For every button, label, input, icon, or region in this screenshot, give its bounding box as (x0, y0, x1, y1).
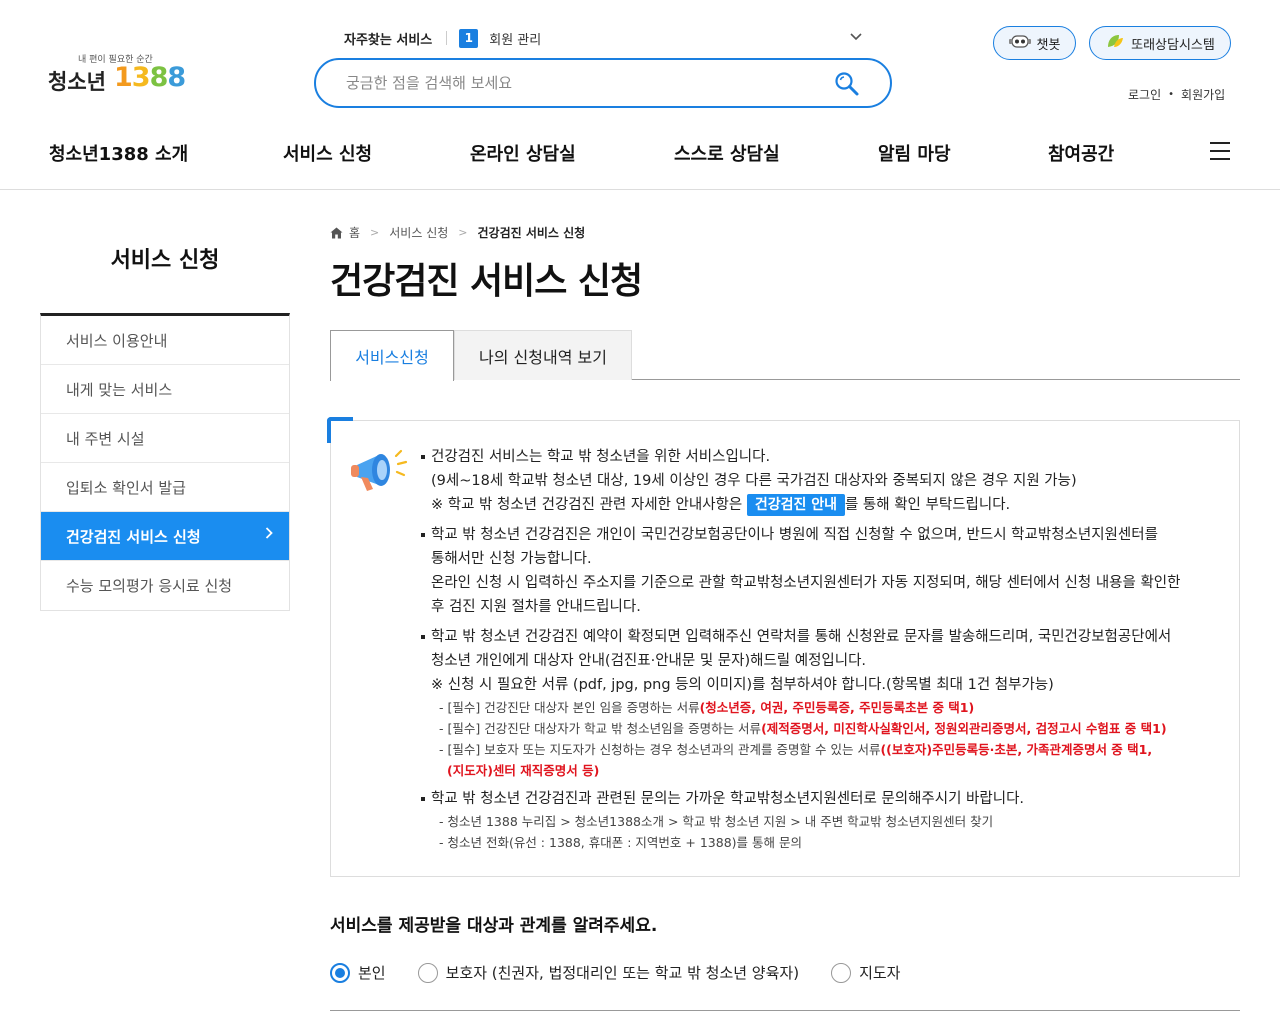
peer-counsel-button[interactable]: 또래상담시스템 (1089, 26, 1231, 60)
radio-label: 지도자 (859, 964, 901, 982)
required-doc-3: - [필수] 보호자 또는 지도자가 신청하는 경우 청소년과의 관계를 증명할… (439, 742, 1153, 757)
breadcrumb-level1[interactable]: 서비스 신청 (389, 224, 448, 241)
page-title: 건강검진 서비스 신청 (330, 261, 643, 302)
radio-button[interactable] (330, 962, 350, 983)
chatbot-button[interactable]: 챗봇 (993, 26, 1076, 60)
divider (330, 1010, 1240, 1011)
health-check-guide-button[interactable]: 건강검진 안내 (746, 494, 845, 516)
frequent-service-item[interactable]: 회원 관리 (489, 29, 541, 48)
sidebar-item-health-check[interactable]: 건강검진 서비스 신청 (41, 512, 289, 561)
gnb-online-counsel[interactable]: 온라인 상담실 (470, 140, 576, 166)
radio-guardian[interactable]: 보호자 (친권자, 법정대리인 또는 학교 밖 청소년 양육자) (417, 962, 800, 983)
tab-my-history[interactable]: 나의 신청내역 보기 (454, 330, 632, 380)
radio-self[interactable]: 본인 (330, 962, 386, 983)
sidebar-item-guide[interactable]: 서비스 이용안내 (41, 316, 289, 365)
search-icon[interactable] (834, 71, 860, 97)
frequent-services[interactable]: 자주찾는 서비스 1 회원 관리 (344, 28, 864, 48)
gnb-intro[interactable]: 청소년1388 소개 (49, 140, 188, 166)
frequent-rank-badge: 1 (459, 28, 479, 48)
info-body: 건강검진 서비스는 학교 밖 청소년을 위한 서비스입니다. (9세~18세 학… (419, 445, 1219, 859)
site-header: 내 편이 필요한 순간 청소년 1388 자주찾는 서비스 1 회원 관리 챗봇… (0, 0, 1280, 190)
separator-dot: • (1168, 89, 1175, 100)
gnb-participation[interactable]: 참여공간 (1048, 140, 1114, 166)
radio-label: 보호자 (친권자, 법정대리인 또는 학교 밖 청소년 양육자) (445, 964, 800, 982)
chevron-right-icon: > (370, 226, 380, 239)
info-text: 통해서만 신청 가능합니다. (431, 551, 592, 567)
chevron-right-icon (265, 527, 273, 543)
info-notice-box: 건강검진 서비스는 학교 밖 청소년을 위한 서비스입니다. (9세~18세 학… (327, 417, 1240, 877)
megaphone-icon (349, 443, 411, 499)
info-bullet: 학교 밖 청소년 건강검진은 개인이 국민건강보험공단이나 병원에 직접 신청할… (419, 523, 1219, 619)
site-logo[interactable]: 내 편이 필요한 순간 청소년 1388 (48, 52, 188, 102)
frequent-services-label: 자주찾는 서비스 (344, 32, 433, 48)
sidebar-item-certificate[interactable]: 입퇴소 확인서 발급 (41, 463, 289, 512)
required-doc-1: - [필수] 건강진단 대상자 본인 임을 증명하는 서류(청소년증, 여권, … (439, 700, 975, 715)
sidebar-item-nearby[interactable]: 내 주변 시설 (41, 414, 289, 463)
info-subtext: - 청소년 1388 누리집 > 청소년1388소개 > 학교 밖 청소년 지원… (439, 814, 994, 829)
sidebar-item-label: 수능 모의평가 응시료 신청 (66, 577, 233, 595)
info-bullet: 건강검진 서비스는 학교 밖 청소년을 위한 서비스입니다. (9세~18세 학… (419, 445, 1219, 517)
sidebar-item-label: 건강검진 서비스 신청 (66, 527, 201, 546)
info-text: 후 검진 지원 절차를 안내드립니다. (431, 599, 641, 615)
robot-icon (1008, 33, 1031, 53)
required-doc-3-cont: (지도자)센터 재직증명서 등) (447, 763, 600, 778)
corner-accent (327, 417, 353, 443)
gnb-notice[interactable]: 알림 마당 (878, 140, 951, 166)
search-bar (314, 58, 892, 108)
breadcrumb-home[interactable]: 홈 (349, 224, 360, 241)
info-text: 학교 밖 청소년 건강검진과 관련된 문의는 가까운 학교밖청소년지원센터로 문… (431, 791, 1025, 807)
chatbot-label: 챗봇 (1036, 37, 1061, 53)
peer-counsel-label: 또래상담시스템 (1131, 37, 1215, 53)
info-bullet: 학교 밖 청소년 건강검진 예약이 확정되면 입력해주신 연락처를 통해 신청완… (419, 625, 1219, 781)
radio-button[interactable] (831, 962, 852, 983)
search-input[interactable] (346, 72, 826, 94)
auth-links: 로그인 • 회원가입 (1128, 86, 1225, 103)
info-text: 청소년 개인에게 대상자 안내(검진표·안내문 및 문자)해드릴 예정입니다. (431, 653, 867, 669)
info-text: ※ 학교 밖 청소년 건강검진 관련 자세한 안내사항은 건강검진 안내 를 통해… (431, 493, 1219, 517)
info-text: ※ 신청 시 필요한 서류 (pdf, jpg, png 등의 이미지)를 첨부… (431, 677, 1054, 693)
menu-icon[interactable] (1210, 142, 1230, 160)
info-text: 건강검진 서비스는 학교 밖 청소년을 위한 서비스입니다. (431, 449, 771, 465)
sidebar-item-label: 내게 맞는 서비스 (66, 380, 173, 399)
sidebar-item-label: 내 주변 시설 (66, 429, 145, 448)
chevron-right-icon: > (458, 226, 468, 239)
radio-mentor[interactable]: 지도자 (831, 962, 900, 983)
info-text: 학교 밖 청소년 건강검진 예약이 확정되면 입력해주신 연락처를 통해 신청완… (431, 629, 1172, 645)
info-subtext: - 청소년 전화(유선 : 1388, 휴대폰 : 지역번호 + 1388)를 … (439, 835, 802, 850)
radio-button[interactable] (417, 962, 438, 983)
tab-service-apply[interactable]: 서비스신청 (330, 330, 454, 381)
sidebar-item-label: 입퇴소 확인서 발급 (66, 478, 186, 497)
info-text: 학교 밖 청소년 건강검진은 개인이 국민건강보험공단이나 병원에 직접 신청할… (431, 527, 1158, 543)
chevron-down-icon[interactable] (850, 30, 862, 44)
tab-bar: 서비스신청 나의 신청내역 보기 (330, 330, 1240, 381)
sidebar-menu: 서비스 이용안내 내게 맞는 서비스 내 주변 시설 입퇴소 확인서 발급 건강… (40, 313, 290, 611)
relation-question: 서비스를 제공받을 대상과 관계를 알려주세요. (330, 916, 658, 936)
gnb-self-counsel[interactable]: 스스로 상담실 (674, 140, 780, 166)
sidebar-item-mock-exam[interactable]: 수능 모의평가 응시료 신청 (41, 561, 289, 610)
required-doc-2: - [필수] 건강진단 대상자가 학교 밖 청소년임을 증명하는 서류(제적증명… (439, 721, 1167, 736)
sidebar-item-label: 서비스 이용안내 (66, 331, 168, 350)
leaf-icon (1105, 33, 1125, 53)
relation-radio-group: 본인 보호자 (친권자, 법정대리인 또는 학교 밖 청소년 양육자) 지도자 (330, 962, 932, 983)
info-bullet: 학교 밖 청소년 건강검진과 관련된 문의는 가까운 학교밖청소년지원센터로 문… (419, 787, 1219, 853)
info-text: (9세~18세 학교밖 청소년 대상, 19세 이상인 경우 다른 국가검진 대… (431, 473, 1077, 489)
signup-link[interactable]: 회원가입 (1181, 86, 1225, 103)
divider (446, 31, 448, 45)
sidebar-title: 서비스 신청 (110, 248, 220, 273)
logo-number: 1388 (114, 62, 186, 93)
breadcrumb-current: 건강검진 서비스 신청 (477, 226, 586, 240)
breadcrumb: 홈 > 서비스 신청 > 건강검진 서비스 신청 (330, 224, 585, 241)
info-text: 온라인 신청 시 입력하신 주소지를 기준으로 관할 학교밖청소년지원센터가 자… (431, 575, 1181, 591)
sidebar-item-my-services[interactable]: 내게 맞는 서비스 (41, 365, 289, 414)
radio-label: 본인 (358, 964, 386, 982)
home-icon[interactable] (330, 227, 343, 239)
logo-text: 청소년 (48, 70, 106, 94)
gnb-service-apply[interactable]: 서비스 신청 (283, 140, 372, 166)
login-link[interactable]: 로그인 (1128, 86, 1161, 103)
